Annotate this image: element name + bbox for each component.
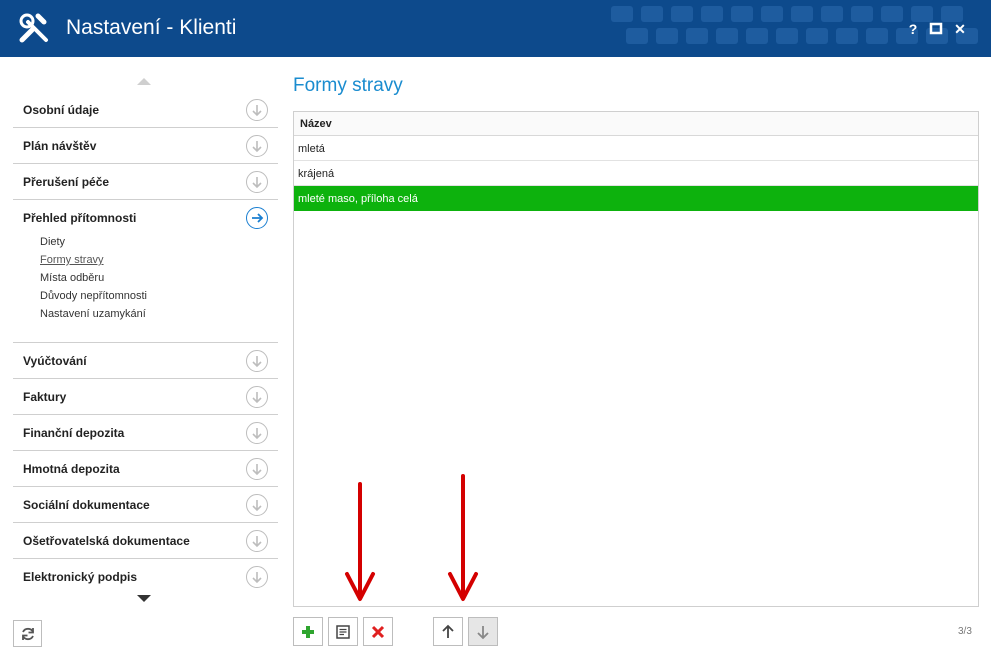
delete-button[interactable] [363, 617, 393, 646]
refresh-button[interactable] [13, 620, 42, 647]
sidebar-item-label: Přerušení péče [23, 175, 110, 189]
help-button[interactable]: ? [903, 19, 923, 39]
arrow-down-circle-icon [246, 566, 268, 588]
annotation-arrow-icon [448, 474, 478, 601]
arrow-up-icon [442, 624, 454, 638]
record-count: 3/3 [958, 626, 972, 637]
cell-nazev: mleté maso, příloha celá [298, 193, 418, 205]
grid-header[interactable]: Název [294, 112, 978, 136]
sidebar-item-label: Ošetřovatelská dokumentace [23, 534, 190, 548]
table-row[interactable]: mletá [294, 136, 978, 161]
arrow-down-icon [477, 626, 489, 640]
tools-icon [19, 13, 48, 43]
sidebar-item-label: Faktury [23, 390, 67, 404]
edit-button[interactable] [328, 617, 358, 646]
maximize-icon [929, 22, 943, 35]
sidebar-item-label: Elektronický podpis [23, 570, 138, 584]
sidebar-item-socialni-dokumentace[interactable]: Sociální dokumentace [13, 487, 278, 523]
column-header-nazev[interactable]: Název [300, 118, 332, 130]
arrow-down-circle-icon [246, 350, 268, 372]
sidebar-menu: Osobní údaje Plán návštěv Přerušení péče… [13, 92, 278, 595]
arrow-down-circle-icon [246, 386, 268, 408]
page-title: Formy stravy [293, 75, 403, 96]
delete-icon [371, 625, 385, 639]
arrow-down-circle-icon [246, 99, 268, 121]
sidebar-item-elektronicky-podpis[interactable]: Elektronický podpis [13, 559, 278, 595]
sidebar-item-label: Sociální dokumentace [23, 498, 150, 512]
scroll-up-icon[interactable] [137, 78, 151, 85]
sidebar-submenu: Diety Formy stravy Místa odběru Důvody n… [13, 236, 278, 343]
sidebar: Osobní údaje Plán návštěv Přerušení péče… [13, 70, 278, 602]
edit-icon [336, 625, 350, 639]
sidebar-item-label: Osobní údaje [23, 103, 100, 117]
annotation-arrow-icon [345, 482, 375, 601]
arrow-down-circle-icon [246, 494, 268, 516]
sidebar-item-label: Plán návštěv [23, 139, 97, 153]
plus-icon [302, 626, 314, 638]
add-button[interactable] [293, 617, 323, 646]
submenu-item-formy-stravy[interactable]: Formy stravy [40, 254, 104, 266]
maximize-button[interactable] [926, 19, 946, 39]
sidebar-item-label: Hmotná depozita [23, 462, 120, 476]
cell-nazev: mletá [298, 143, 325, 155]
title-bar: Nastavení - Klienti ? ✕ [0, 0, 991, 57]
move-down-button[interactable] [468, 617, 498, 646]
sidebar-item-financni-depozita[interactable]: Finanční depozita [13, 415, 278, 451]
sidebar-item-faktury[interactable]: Faktury [13, 379, 278, 415]
arrow-down-circle-icon [246, 530, 268, 552]
sidebar-item-osetrovatelska-dokumentace[interactable]: Ošetřovatelská dokumentace [13, 523, 278, 559]
sidebar-item-vyuctovani[interactable]: Vyúčtování [13, 343, 278, 379]
sidebar-item-hmotna-depozita[interactable]: Hmotná depozita [13, 451, 278, 487]
arrow-down-circle-icon [246, 171, 268, 193]
submenu-item-mista-odberu[interactable]: Místa odběru [40, 272, 104, 284]
close-button[interactable]: ✕ [950, 19, 970, 39]
arrow-down-circle-icon [246, 458, 268, 480]
submenu-item-diety[interactable]: Diety [40, 236, 65, 248]
move-up-button[interactable] [433, 617, 463, 646]
sidebar-item-prehled-pritomnosti[interactable]: Přehled přítomnosti [13, 200, 278, 236]
sidebar-item-plan-navstev[interactable]: Plán návštěv [13, 128, 278, 164]
submenu-item-duvody-nepritomnosti[interactable]: Důvody nepřítomnosti [40, 290, 147, 302]
sidebar-item-label: Finanční depozita [23, 426, 125, 440]
sidebar-item-label: Přehled přítomnosti [23, 211, 137, 225]
table-row-selected[interactable]: mleté maso, příloha celá [294, 186, 978, 211]
sidebar-item-preruseni-pece[interactable]: Přerušení péče [13, 164, 278, 200]
scroll-down-icon[interactable] [137, 595, 151, 602]
data-grid: Název mletá krájená mleté maso, příloha … [293, 111, 979, 607]
sidebar-item-osobni-udaje[interactable]: Osobní údaje [13, 92, 278, 128]
submenu-item-nastaveni-uzamykani[interactable]: Nastavení uzamykání [40, 308, 146, 320]
table-row[interactable]: krájená [294, 161, 978, 186]
refresh-icon [22, 627, 34, 641]
window-title: Nastavení - Klienti [66, 16, 237, 39]
cell-nazev: krájená [298, 168, 335, 180]
arrow-right-circle-icon [246, 207, 268, 229]
arrow-down-circle-icon [246, 135, 268, 157]
sidebar-item-label: Vyúčtování [23, 354, 87, 368]
arrow-down-circle-icon [246, 422, 268, 444]
